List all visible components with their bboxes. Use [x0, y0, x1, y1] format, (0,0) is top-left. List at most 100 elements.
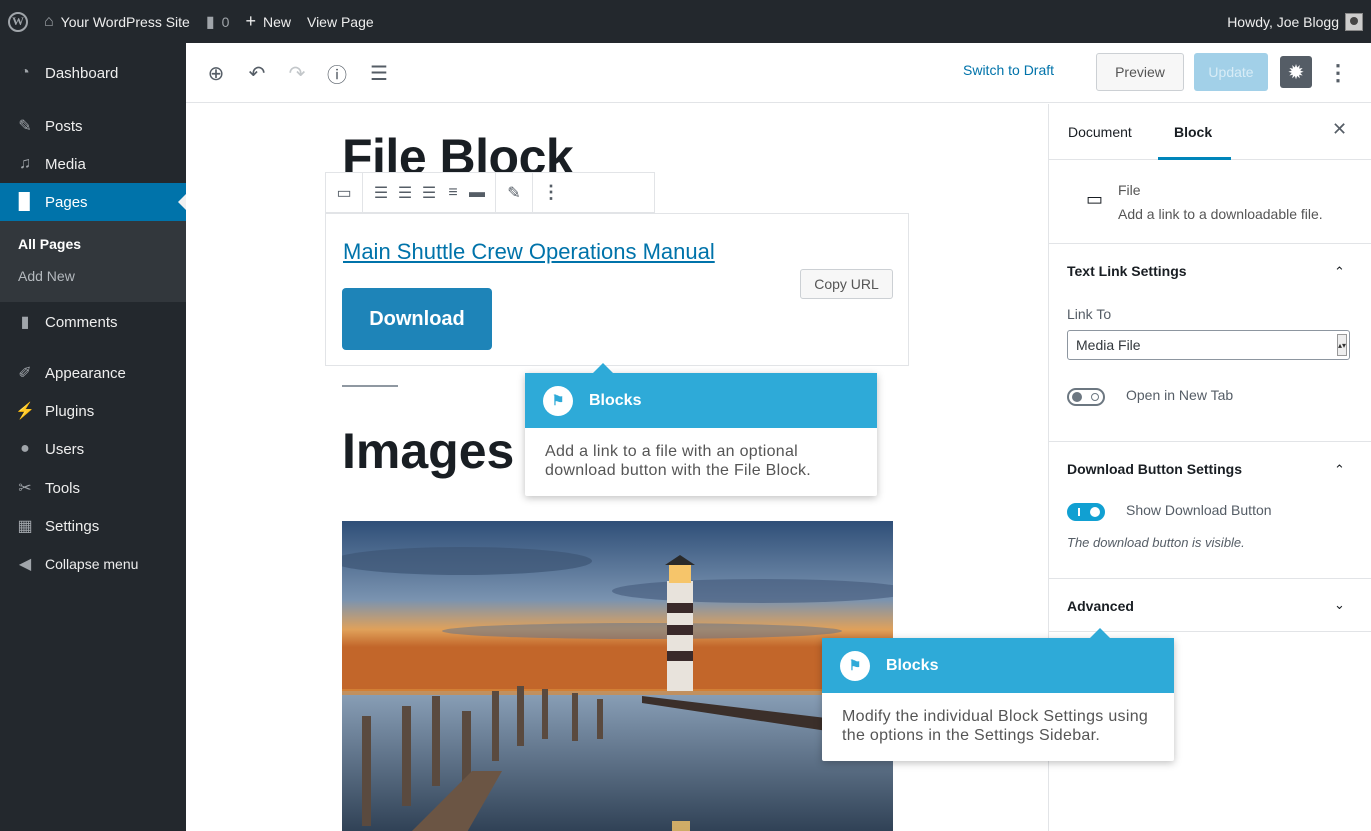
align-wide-button[interactable]: ≡ [441, 178, 465, 208]
guide-tooltip-block-settings: ⚑ Blocks Modify the individual Block Set… [822, 628, 1174, 761]
menu-label: Settings [45, 517, 100, 535]
pin-icon: ✎ [18, 118, 32, 135]
menu-item-settings[interactable]: ▦ Settings [0, 507, 186, 545]
advanced-title[interactable]: Advanced [1067, 598, 1134, 614]
separator-block[interactable] [342, 385, 398, 387]
tooltip-header: ⚑ Blocks [525, 363, 877, 428]
block-switcher-button[interactable]: ▭ [332, 178, 356, 208]
lighthouse-photo [342, 521, 893, 831]
show-download-button-toggle[interactable] [1067, 503, 1105, 521]
lighthouse-image[interactable] [342, 521, 893, 831]
link-to-select[interactable]: Media File ▴▾ [1067, 330, 1350, 360]
align-full-button[interactable]: ▬ [465, 178, 489, 208]
edit-button[interactable]: ✎ [502, 178, 526, 208]
menu-item-media[interactable]: ♫ Media [0, 145, 186, 183]
comments-link[interactable]: ▮ 0 [198, 0, 238, 43]
more-group: ⋮ [533, 173, 569, 212]
submenu-add-new[interactable]: Add New [18, 268, 75, 284]
settings-icon: ▦ [17, 518, 33, 535]
tab-block[interactable]: Block [1174, 124, 1212, 140]
menu-label: Tools [45, 479, 81, 497]
pages-icon: ▉ [18, 194, 32, 211]
tooltip-title: Blocks [886, 656, 939, 674]
undo-button[interactable]: ↶ [244, 60, 270, 86]
chevron-down-icon[interactable]: ⌄ [1334, 597, 1345, 613]
info-icon: ⓘ [327, 64, 347, 87]
copy-url-button[interactable]: Copy URL [800, 269, 893, 299]
menu-item-plugins[interactable]: ⚡ Plugins [0, 392, 186, 430]
collapse-menu-button[interactable]: ◀ Collapse menu [0, 545, 186, 583]
align-right-icon: ☰ [421, 184, 437, 202]
more-vertical-icon: ⋮ [542, 182, 560, 202]
wordpress-logo-button[interactable]: W [0, 0, 36, 43]
menu-item-appearance[interactable]: ✐ Appearance [0, 354, 186, 392]
block-card-description: Add a link to a downloadable file. [1118, 206, 1323, 222]
tooltip-body: Modify the individual Block Settings usi… [842, 708, 1149, 744]
close-icon: ✕ [1332, 119, 1348, 139]
images-heading[interactable]: Images [342, 422, 514, 480]
tab-document[interactable]: Document [1068, 124, 1132, 140]
more-tools-button[interactable]: ⋮ [1326, 58, 1350, 88]
view-page-link[interactable]: View Page [299, 0, 382, 43]
link-to-value: Media File [1076, 337, 1141, 353]
menu-item-posts[interactable]: ✎ Posts [0, 107, 186, 145]
site-name-link[interactable]: ⌂ Your WordPress Site [36, 0, 198, 43]
file-link[interactable]: Main Shuttle Crew Operations Manual [343, 239, 715, 265]
block-navigation-button[interactable]: ☰ [366, 60, 392, 86]
block-more-button[interactable]: ⋮ [539, 178, 563, 208]
pages-submenu: All Pages Add New [0, 221, 186, 302]
account-menu[interactable]: Howdy, Joe Blogg [1219, 0, 1371, 43]
update-button[interactable]: Update [1194, 53, 1268, 91]
undo-icon: ↶ [248, 62, 266, 85]
plus-circle-icon: ⊕ [207, 62, 225, 85]
chevron-up-icon[interactable]: ⌃ [1334, 462, 1345, 478]
align-full-icon: ▬ [469, 183, 485, 201]
submenu-all-pages[interactable]: All Pages [18, 236, 81, 252]
open-new-tab-toggle[interactable] [1067, 388, 1105, 406]
close-sidebar-button[interactable]: ✕ [1332, 119, 1347, 140]
dashboard-icon: ◔ [20, 64, 30, 81]
menu-item-users[interactable]: ● Users [0, 430, 186, 468]
menu-item-tools[interactable]: ✂ Tools [0, 469, 186, 507]
menu-label: Dashboard [45, 64, 119, 82]
folder-icon: ▭ [336, 184, 352, 202]
avatar [1345, 12, 1363, 31]
chevron-up-icon[interactable]: ⌃ [1334, 264, 1345, 280]
download-button-settings-panel: Download Button Settings ⌃ Show Download… [1049, 442, 1371, 579]
tooltip-body: Add a link to a file with an optional do… [545, 443, 812, 479]
menu-item-pages[interactable]: ▉ Pages [0, 183, 186, 221]
menu-item-dashboard[interactable]: ◔ Dashboard [0, 54, 186, 92]
align-center-button[interactable]: ☰ [393, 178, 417, 208]
add-block-button[interactable]: ⊕ [203, 60, 229, 86]
text-link-settings-title[interactable]: Text Link Settings [1067, 263, 1187, 279]
advanced-panel[interactable]: Advanced ⌄ [1049, 579, 1371, 632]
menu-label: Pages [45, 193, 88, 211]
switch-to-draft-link[interactable]: Switch to Draft [963, 62, 1054, 78]
toggle-knob [1090, 507, 1100, 517]
file-block[interactable]: Main Shuttle Crew Operations Manual Copy… [325, 213, 909, 366]
download-button-settings-title[interactable]: Download Button Settings [1067, 461, 1242, 477]
redo-button[interactable]: ↷ [284, 60, 310, 86]
admin-bar: W ⌂ Your WordPress Site ▮ 0 + New View P… [0, 0, 1371, 43]
menu-label: Posts [45, 117, 83, 135]
view-page-label: View Page [306, 13, 374, 30]
align-right-button[interactable]: ☰ [417, 178, 441, 208]
media-icon: ♫ [19, 155, 31, 172]
flag-icon: ⚑ [840, 650, 870, 681]
menu-label: Media [45, 155, 86, 173]
settings-toggle-button[interactable]: ✹ [1280, 56, 1312, 88]
tooltip-header: ⚑ Blocks [822, 628, 1174, 693]
site-name-label: Your WordPress Site [60, 13, 190, 30]
align-left-button[interactable]: ☰ [369, 178, 393, 208]
admin-menu: ◔ Dashboard ✎ Posts ♫ Media ▉ Pages All … [0, 43, 186, 831]
new-content-link[interactable]: + New [237, 0, 299, 43]
wrench-icon: ✂ [18, 480, 32, 497]
sidebar-tabs: Document Block ✕ [1049, 104, 1371, 160]
menu-item-comments[interactable]: ▮ Comments [0, 303, 186, 341]
block-card: ▭ File Add a link to a downloadable file… [1049, 161, 1371, 244]
link-to-label: Link To [1067, 306, 1112, 322]
preview-button[interactable]: Preview [1096, 53, 1184, 91]
download-button[interactable]: Download [342, 288, 492, 350]
content-info-button[interactable]: ⓘ [324, 60, 350, 87]
toggle-on-indicator-icon [1078, 508, 1080, 516]
